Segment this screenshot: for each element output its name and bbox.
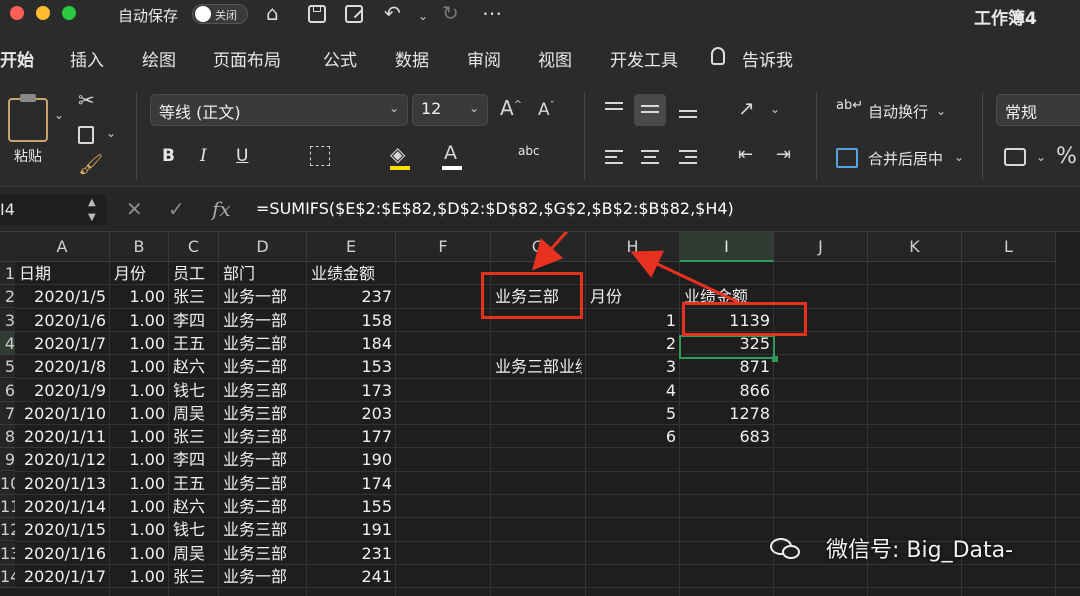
save-as-icon[interactable] [345,5,363,23]
orientation-chevron-down-icon[interactable]: ⌄ [770,102,780,116]
ribbon-divider [982,92,983,180]
format-painter-icon[interactable]: 🖌 [78,152,103,176]
watermark-text: 微信号: Big_Data- [826,538,1014,563]
merge-center-icon [836,148,858,168]
wrap-text-button[interactable]: 自动换行 [868,101,928,122]
formula-input[interactable]: =SUMIFS($E$2:$E$82,$D$2:$D$82,$G$2,$B$2:… [256,199,734,218]
font-chevron-down-icon: ⌄ [388,101,399,115]
cancel-formula-icon[interactable]: ✕ [126,197,143,221]
fill-color-swatch [390,166,410,170]
align-left-icon[interactable] [598,142,630,174]
accounting-format-icon[interactable] [1004,148,1026,166]
italic-button[interactable]: I [200,146,207,166]
zoom-window-button[interactable] [62,6,76,20]
bold-button[interactable]: B [162,146,175,166]
tab-developer[interactable]: 开发工具 [610,46,678,71]
font-color-icon[interactable]: A [444,142,457,164]
redo-icon: ↻ [442,1,459,25]
font-color-swatch [442,166,462,170]
wrap-text-icon: ab↵ [836,98,864,113]
name-box-value: I4 [0,200,15,219]
align-right-icon[interactable] [672,142,704,174]
align-top-icon[interactable] [598,94,630,126]
align-center-icon[interactable] [634,142,666,174]
orientation-icon[interactable]: ↗ [738,96,755,120]
percent-icon[interactable]: % [1056,144,1077,169]
ribbon-tabs: 开始 插入 绘图 页面布局 公式 数据 审阅 视图 开发工具 告诉我 [0,30,1080,86]
align-middle-icon[interactable] [634,94,666,126]
spreadsheet-grid[interactable]: ABCDEFGHIJKL 1234567891011121314 日期月份员工部… [0,232,1080,596]
increase-indent-icon[interactable]: ⇥ [776,144,791,165]
tab-data[interactable]: 数据 [395,46,429,71]
ribbon-divider [816,92,817,180]
decrease-indent-icon[interactable]: ⇤ [738,144,753,165]
tab-home[interactable]: 开始 [0,46,34,71]
tab-draw[interactable]: 绘图 [142,46,176,71]
confirm-formula-icon[interactable]: ✓ [168,197,185,221]
font-name-select[interactable]: 等线 (正文) ⌄ [150,94,408,126]
copy-chevron-down-icon[interactable]: ⌄ [106,126,116,140]
autosave-toggle[interactable]: 关闭 [192,4,248,24]
cut-icon[interactable]: ✂ [78,88,95,112]
toggle-knob [195,6,211,22]
font-size-select[interactable]: 12 ⌄ [412,94,488,126]
ribbon-body: ⌄ 粘贴 ✂ ⌄ 🖌 等线 (正文) ⌄ 12 ⌄ A^ Aˇ B I U ◈ … [0,86,1080,186]
decrease-font-icon[interactable]: Aˇ [538,100,555,120]
increase-font-icon[interactable]: A^ [500,96,522,120]
fill-color-icon[interactable]: ◈ [390,142,405,166]
close-window-button[interactable] [10,6,24,20]
insert-function-icon[interactable]: fx [212,197,231,221]
align-bottom-icon[interactable] [672,94,704,126]
phonetic-icon[interactable]: abc [518,144,540,158]
tab-formulas[interactable]: 公式 [323,46,357,71]
home-icon[interactable]: ⌂ [266,1,279,25]
undo-chevron-down-icon[interactable]: ⌄ [418,9,428,23]
copy-icon[interactable] [78,126,94,144]
toggle-state-label: 关闭 [215,9,237,22]
merge-chevron-down-icon[interactable]: ⌄ [954,150,964,164]
lightbulb-icon [711,47,725,65]
name-box-stepper-icon[interactable]: ▲ ▼ [88,195,96,225]
tab-view[interactable]: 视图 [538,46,572,71]
autosave-label: 自动保存 [118,7,179,25]
more-icon[interactable]: ⋯ [482,1,502,25]
tab-tell-me[interactable]: 告诉我 [742,46,793,71]
font-name-value: 等线 (正文) [159,103,241,122]
wechat-icon [770,536,804,562]
tab-review[interactable]: 审阅 [467,46,501,71]
number-format-select[interactable]: 常规 [996,94,1080,126]
paste-label: 粘贴 [14,149,42,165]
arrow-to-criteria [531,232,569,271]
wrap-chevron-down-icon[interactable]: ⌄ [936,104,946,118]
workbook-title: 工作簿4 [974,9,1037,29]
ribbon-divider [584,92,585,180]
font-size-chevron-down-icon: ⌄ [468,101,479,115]
name-box[interactable]: I4 ▲ ▼ [0,195,106,225]
minimize-window-button[interactable] [36,6,50,20]
tab-insert[interactable]: 插入 [70,46,104,71]
merge-center-button[interactable]: 合并后居中 [868,148,943,169]
paste-chevron-down-icon[interactable]: ⌄ [54,108,64,122]
paste-icon[interactable] [8,94,48,142]
accounting-chevron-down-icon[interactable]: ⌄ [1036,150,1046,164]
tab-page-layout[interactable]: 页面布局 [213,46,281,71]
ribbon-divider [136,92,137,180]
borders-icon[interactable] [310,146,330,166]
title-bar: 自动保存 关闭 ⌂ ↶ ⌄ ↻ ⋯ 工作簿4 [0,0,1080,30]
arrow-to-month [630,250,739,304]
font-size-value: 12 [421,99,442,118]
underline-button[interactable]: U [236,146,248,166]
formula-bar: I4 ▲ ▼ ✕ ✓ fx =SUMIFS($E$2:$E$82,$D$2:$D$… [0,186,1080,232]
save-icon[interactable] [308,5,326,23]
number-format-value: 常规 [1005,103,1038,122]
undo-icon[interactable]: ↶ [384,1,401,25]
